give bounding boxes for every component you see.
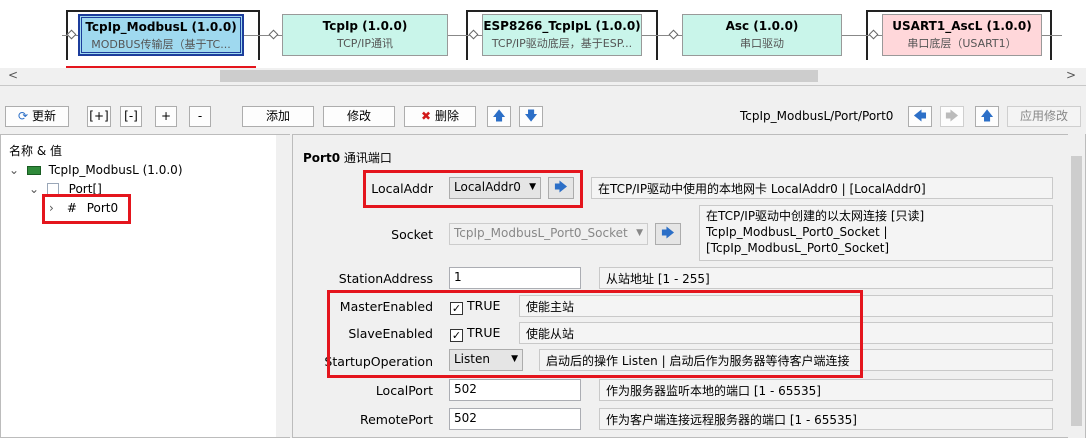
node-title: USART1_AscL (1.0.0) <box>892 19 1032 33</box>
scroll-thumb[interactable] <box>1071 156 1082 426</box>
add-button[interactable]: 添加 <box>242 106 314 127</box>
back-icon[interactable]: 🡄 <box>908 106 932 127</box>
expand-all-button[interactable]: [+] <box>87 106 111 127</box>
remote-port-input[interactable]: 502 <box>449 408 581 430</box>
chevron-down-icon[interactable]: ⌄ <box>9 163 23 177</box>
node-title: Asc (1.0.0) <box>725 19 799 33</box>
scroll-thumb[interactable] <box>220 70 818 82</box>
chain-node-tcpip[interactable]: TcpIp (1.0.0) TCP/IP通讯 <box>282 14 448 56</box>
node-subtitle: TCP/IP通讯 <box>337 37 393 50</box>
node-subtitle: 串口驱动 <box>740 37 784 50</box>
local-port-desc: 作为服务器监听本地的端口 [1 - 65535] <box>599 379 1053 401</box>
remote-port-label: RemotePort <box>359 412 433 427</box>
node-title: TcpIp_ModbusL (1.0.0) <box>85 20 237 34</box>
collapse-all-button[interactable]: [-] <box>120 106 142 127</box>
chain-node-esp8266[interactable]: ESP8266_TcpIpL (1.0.0) TCP/IP驱动底层，基于ESP.… <box>482 14 642 56</box>
module-icon <box>26 166 41 175</box>
chain-scrollbar[interactable]: < > <box>0 68 1086 85</box>
collapse-button[interactable]: - <box>189 106 211 127</box>
local-addr-desc: 在TCP/IP驱动中使用的本地网卡 LocalAddr0 | [LocalAdd… <box>591 177 1053 199</box>
socket-label: Socket <box>391 227 433 242</box>
delete-icon: ✖ <box>421 109 432 123</box>
chain-node-usart1[interactable]: USART1_AscL (1.0.0) 串口底层（USART1） <box>882 14 1042 56</box>
local-port-input[interactable]: 502 <box>449 379 581 401</box>
move-down-icon[interactable]: 🡇 <box>519 106 543 127</box>
node-subtitle: MODBUS传输层（基于TC... <box>91 38 231 51</box>
chain-node-asc[interactable]: Asc (1.0.0) 串口驱动 <box>682 14 842 56</box>
station-address-label: StationAddress <box>338 271 433 286</box>
refresh-icon: ⟳ <box>18 109 29 123</box>
node-subtitle: TCP/IP驱动底层，基于ESP... <box>491 37 633 50</box>
highlight-box <box>363 170 583 208</box>
delete-button[interactable]: ✖ 删除 <box>404 106 476 127</box>
property-panel: Port0 通讯端口 LocalAddr LocalAddr0 ▼ 🡆 在TCP/… <box>292 134 1086 438</box>
config-tree: 名称 & 值 ⌄ TcpIp_ModbusL (1.0.0) ⌄ Port[] … <box>0 134 290 438</box>
refresh-button[interactable]: ⟳ 更新 <box>5 106 69 127</box>
dropdown-arrow-icon: ▼ <box>636 228 643 238</box>
station-address-input[interactable]: 1 <box>449 267 581 289</box>
move-up-icon[interactable]: 🡅 <box>487 106 511 127</box>
modify-button[interactable]: 修改 <box>323 106 395 127</box>
scroll-left-icon[interactable]: < <box>8 68 18 82</box>
expand-button[interactable]: + <box>155 106 177 127</box>
panel-scrollbar[interactable] <box>1068 134 1085 438</box>
apply-button[interactable]: 应用修改 <box>1007 106 1081 127</box>
chevron-down-icon[interactable]: ⌄ <box>29 182 43 196</box>
highlight-box <box>42 194 131 224</box>
chain-node-tcpip-modbusl[interactable]: TcpIp_ModbusL (1.0.0) MODBUS传输层（基于TC... <box>78 14 244 56</box>
tree-item-root[interactable]: ⌄ TcpIp_ModbusL (1.0.0) <box>9 163 183 177</box>
node-title: ESP8266_TcpIpL (1.0.0) <box>483 19 641 33</box>
socket-desc: 在TCP/IP驱动中创建的以太网连接 [只读] TcpIp_ModbusL_Po… <box>699 205 1053 261</box>
local-port-label: LocalPort <box>375 383 433 398</box>
tree-header: 名称 & 值 <box>9 144 62 158</box>
current-path: TcpIp_ModbusL/Port/Port0 <box>740 109 894 123</box>
socket-select[interactable]: TcpIp_ModbusL_Port0_Socket ▼ <box>449 223 648 245</box>
remote-port-desc: 作为客户端连接远程服务器的端口 [1 - 65535] <box>599 408 1053 430</box>
node-subtitle: 串口底层（USART1） <box>907 37 1017 50</box>
highlight-box <box>327 290 863 378</box>
panel-title: Port0 通讯端口 <box>303 151 392 165</box>
forward-icon[interactable]: 🡆 <box>940 106 964 127</box>
goto-socket-icon[interactable]: 🡆 <box>655 223 681 245</box>
scroll-right-icon[interactable]: > <box>1066 68 1076 82</box>
tree-scrollbar[interactable] <box>276 135 290 437</box>
up-level-icon[interactable]: 🡅 <box>975 106 999 127</box>
node-title: TcpIp (1.0.0) <box>322 19 408 33</box>
station-address-desc: 从站地址 [1 - 255] <box>599 267 1053 289</box>
